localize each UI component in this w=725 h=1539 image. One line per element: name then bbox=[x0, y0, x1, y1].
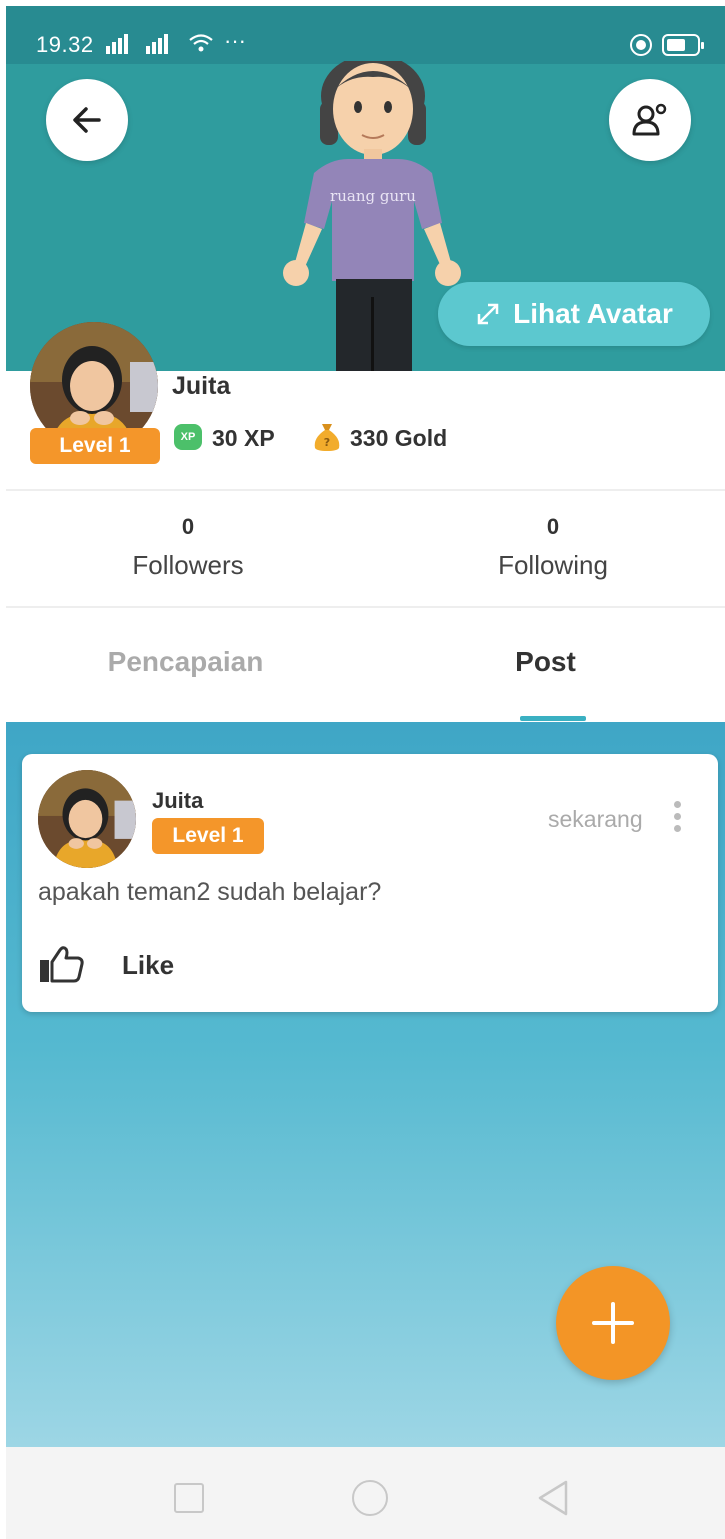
battery-icon bbox=[662, 34, 704, 56]
nav-back-icon[interactable] bbox=[536, 1479, 570, 1517]
followers-count: 0 bbox=[181, 514, 195, 539]
followers-stat[interactable]: 0 Followers bbox=[68, 514, 308, 581]
more-status-icon: ··· bbox=[224, 28, 246, 53]
following-stat[interactable]: 0 Following bbox=[433, 514, 673, 581]
post-card[interactable]: Juita Level 1 sekarang apakah teman2 sud… bbox=[22, 754, 718, 1012]
tab-post[interactable]: Post bbox=[366, 646, 725, 678]
signal-icon-2 bbox=[146, 34, 170, 54]
expand-icon bbox=[477, 303, 499, 325]
avatar-character: ruang guru bbox=[283, 61, 461, 371]
tab-pencapaian[interactable]: Pencapaian bbox=[6, 646, 365, 678]
add-post-button[interactable] bbox=[556, 1266, 670, 1380]
divider bbox=[6, 606, 725, 608]
profile-header: 19.32 ··· ruang guru Lihat Avatar bbox=[6, 6, 725, 371]
user-name: Juita bbox=[172, 372, 231, 400]
status-time: 19.32 bbox=[36, 32, 94, 57]
shirt-logo: ruang guru bbox=[330, 187, 416, 205]
nav-home-icon[interactable] bbox=[352, 1480, 388, 1516]
view-avatar-button[interactable]: Lihat Avatar bbox=[438, 282, 710, 346]
dnd-icon bbox=[630, 34, 652, 56]
system-nav-bar bbox=[6, 1447, 725, 1539]
status-bar: 19.32 ··· bbox=[6, 6, 725, 64]
gold-value: 330 Gold bbox=[350, 425, 448, 451]
post-author-name: Juita bbox=[152, 788, 204, 813]
level-badge: Level 1 bbox=[30, 428, 160, 464]
active-tab-indicator bbox=[520, 716, 586, 721]
back-button[interactable] bbox=[46, 79, 128, 161]
signal-icon bbox=[106, 34, 130, 54]
xp-value: 30 XP bbox=[212, 425, 275, 451]
back-arrow-icon bbox=[73, 107, 101, 133]
profile-settings-icon bbox=[632, 103, 667, 136]
more-vertical-icon[interactable] bbox=[668, 798, 686, 838]
post-author-photo bbox=[38, 770, 136, 868]
thumbs-up-icon[interactable] bbox=[38, 944, 86, 984]
xp-icon: XP bbox=[174, 424, 202, 450]
app-screen: 19.32 ··· ruang guru Lihat Avatar Level … bbox=[6, 6, 725, 1539]
following-count: 0 bbox=[546, 514, 560, 539]
post-author-avatar[interactable] bbox=[38, 770, 136, 868]
svg-text:?: ? bbox=[324, 436, 330, 449]
gold-bag-icon: ? bbox=[314, 424, 340, 451]
post-text: apakah teman2 sudah belajar? bbox=[38, 878, 382, 906]
profile-settings-button[interactable] bbox=[609, 79, 691, 161]
like-button[interactable]: Like bbox=[122, 950, 174, 981]
wifi-icon bbox=[189, 34, 213, 52]
plus-icon bbox=[592, 1302, 634, 1344]
divider bbox=[6, 489, 725, 491]
followers-label: Followers bbox=[132, 550, 244, 580]
post-feed: Juita Level 1 sekarang apakah teman2 sud… bbox=[6, 722, 725, 1447]
post-timestamp: sekarang bbox=[548, 806, 643, 832]
following-label: Following bbox=[498, 550, 608, 580]
view-avatar-label: Lihat Avatar bbox=[513, 298, 673, 329]
post-level-badge: Level 1 bbox=[152, 818, 264, 854]
nav-recents-icon[interactable] bbox=[174, 1483, 204, 1513]
